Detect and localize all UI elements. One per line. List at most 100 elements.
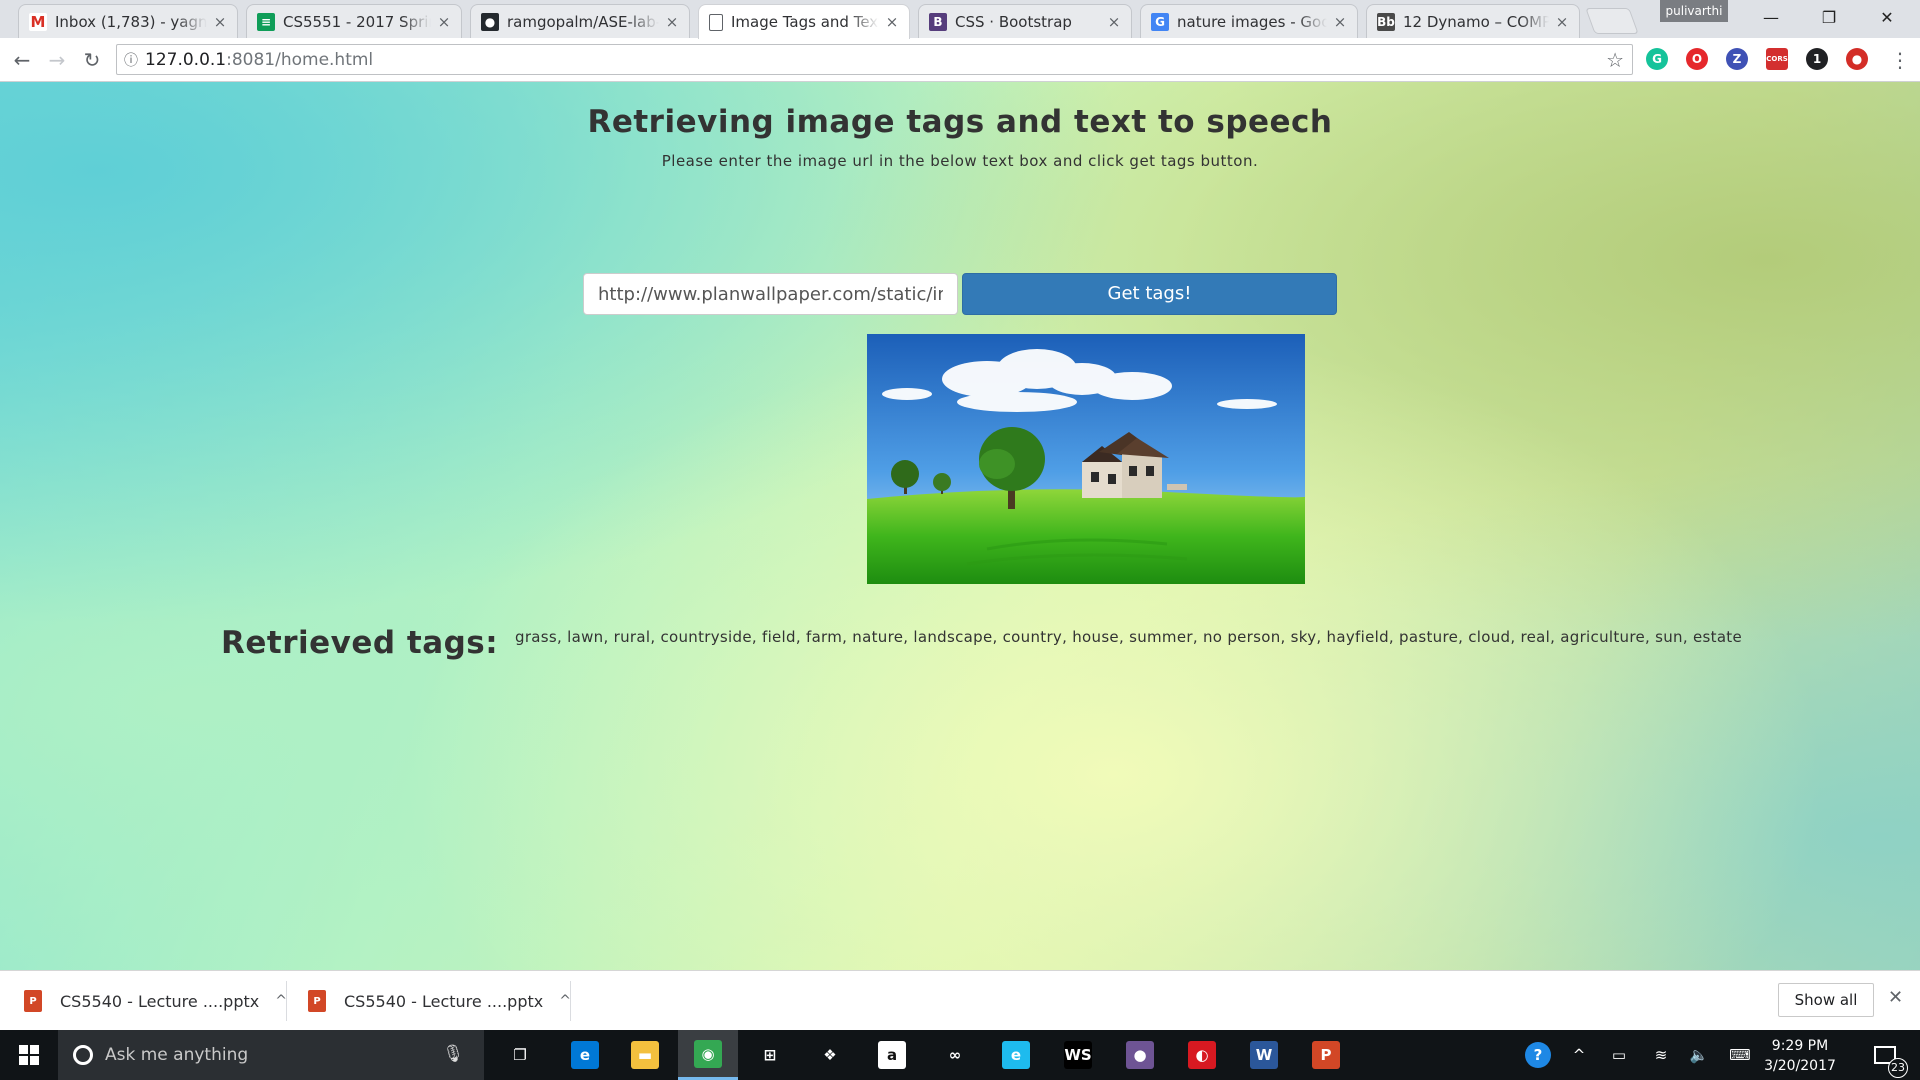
google-icon: G — [1151, 12, 1169, 31]
cortana-icon — [73, 1045, 93, 1065]
tab-close-icon[interactable]: × — [1105, 13, 1123, 31]
new-tab-button[interactable] — [1585, 8, 1639, 34]
dropbox-glyph: ❖ — [816, 1041, 844, 1069]
grammarly-icon[interactable]: G — [1646, 48, 1668, 70]
show-all-downloads-button[interactable]: Show all — [1778, 983, 1874, 1017]
page-icon — [709, 13, 723, 31]
forward-button[interactable]: → — [43, 46, 71, 74]
browser-toolbar: ← → ↻ ⓘ 127.0.0.1:8081/home.html ☆ G O Z CO… — [0, 38, 1920, 82]
get-tags-button[interactable]: Get tags! — [962, 273, 1337, 315]
keyboard-icon[interactable]: ⌨ — [1720, 1030, 1760, 1080]
edge-icon[interactable]: e — [555, 1030, 615, 1080]
zotero-icon[interactable]: Z — [1726, 48, 1748, 70]
windows-taskbar: Ask me anything 🎙 ❐ e ▬ ◉ ⊞ ❖ a ∞ e WS ● ◐ W P ? ^ ▭ … — [0, 1030, 1920, 1080]
microphone-icon[interactable]: 🎙 — [442, 1044, 464, 1064]
browser-tab[interactable]: B CSS · Bootstrap × — [918, 4, 1132, 38]
show-hidden-icons-chevron[interactable]: ^ — [1562, 1030, 1596, 1080]
pptx-file-icon: P — [24, 990, 42, 1012]
tab-close-icon[interactable]: × — [435, 13, 453, 31]
browser-tab[interactable]: M Inbox (1,783) - yagnes× — [18, 4, 238, 38]
action-center-icon[interactable]: 23 — [1862, 1030, 1908, 1080]
browser-tab[interactable]: Bb 12 Dynamo – COMP-S× — [1366, 4, 1580, 38]
bootstrap-icon: B — [929, 12, 947, 31]
browser-tab[interactable]: Image Tags and Text to× — [698, 4, 910, 39]
cors-icon[interactable]: CORS — [1766, 48, 1788, 70]
chrome-glyph: ◉ — [694, 1039, 722, 1068]
lastpass-icon[interactable]: ● — [1846, 48, 1868, 70]
system-clock[interactable]: 9:29 PM 3/20/2017 — [1756, 1036, 1844, 1076]
camera-extension-icon[interactable]: 1 — [1806, 48, 1828, 70]
tab-close-icon[interactable]: × — [1553, 13, 1571, 31]
antivirus-icon[interactable]: ◐ — [1172, 1030, 1232, 1080]
reload-button[interactable]: ↻ — [78, 46, 106, 74]
github-desktop-icon[interactable]: ● — [1110, 1030, 1170, 1080]
notification-count: 23 — [1888, 1058, 1908, 1078]
browser-tab[interactable]: Gnature images - Googl× — [1140, 4, 1358, 38]
info-icon[interactable]: ⓘ — [117, 50, 145, 70]
restore-button[interactable]: ❐ — [1800, 0, 1858, 34]
download-separator — [286, 981, 287, 1021]
file-explorer-glyph: ▬ — [631, 1041, 659, 1069]
minimize-button[interactable]: — — [1742, 0, 1800, 34]
back-button[interactable]: ← — [8, 46, 36, 74]
help-icon[interactable]: ? — [1518, 1030, 1558, 1080]
edge-glyph: e — [571, 1041, 599, 1069]
gmail-icon: M — [29, 12, 47, 31]
webstorm-icon[interactable]: WS — [1048, 1030, 1108, 1080]
arduino-icon[interactable]: ∞ — [925, 1030, 985, 1080]
volume-muted-icon[interactable]: 🔈 — [1680, 1030, 1718, 1080]
browser-tab[interactable]: ≡ CS5551 - 2017 Spring× — [246, 4, 462, 38]
file-explorer-icon[interactable]: ▬ — [615, 1030, 675, 1080]
tab-close-icon[interactable]: × — [211, 13, 229, 31]
address-bar[interactable]: ⓘ 127.0.0.1:8081/home.html ☆ — [116, 44, 1633, 75]
github-icon: ● — [481, 12, 499, 31]
windows-logo-icon — [19, 1045, 39, 1065]
browser-tab[interactable]: ● ramgopalm/ASE-lab-a × — [470, 4, 690, 38]
github-desktop-glyph: ● — [1126, 1041, 1154, 1069]
arduino-glyph: ∞ — [941, 1041, 969, 1069]
chrome-icon[interactable]: ◉ — [678, 1030, 738, 1080]
battery-icon[interactable]: ▭ — [1600, 1030, 1638, 1080]
tab-title: Image Tags and Text to — [731, 13, 879, 31]
clock-date: 3/20/2017 — [1764, 1058, 1836, 1074]
close-window-button[interactable]: ✕ — [1858, 0, 1916, 34]
cortana-search-box[interactable]: Ask me anything 🎙 — [58, 1030, 484, 1080]
retrieved-tags-label: Retrieved tags: — [221, 625, 499, 661]
page-title: Retrieving image tags and text to speech — [587, 104, 1333, 140]
wifi-icon[interactable]: ≋ — [1642, 1030, 1680, 1080]
download-item[interactable]: P CS5540 - Lecture ....pptx ^ — [308, 971, 571, 1031]
image-url-input[interactable] — [583, 273, 958, 315]
address-host: 127.0.0.1 — [145, 49, 227, 70]
tab-title: CSS · Bootstrap — [955, 12, 1072, 31]
dropbox-icon[interactable]: ❖ — [800, 1030, 860, 1080]
tab-close-icon[interactable]: × — [883, 13, 901, 31]
store-glyph: ⊞ — [756, 1041, 784, 1069]
start-button[interactable] — [0, 1030, 58, 1080]
download-item[interactable]: P CS5540 - Lecture ....pptx ^ — [24, 971, 287, 1031]
pptx-file-icon: P — [308, 990, 326, 1012]
download-filename: CS5540 - Lecture ....pptx — [60, 991, 260, 1011]
store-icon[interactable]: ⊞ — [740, 1030, 800, 1080]
amazon-icon[interactable]: a — [862, 1030, 922, 1080]
antivirus-glyph: ◐ — [1188, 1041, 1216, 1069]
download-filename: CS5540 - Lecture ....pptx — [344, 991, 544, 1011]
powerpoint-icon[interactable]: P — [1296, 1030, 1356, 1080]
tab-title: Inbox (1,783) - yagnes — [55, 12, 207, 31]
opera-icon[interactable]: O — [1686, 48, 1708, 70]
close-shelf-icon[interactable]: ✕ — [1888, 987, 1903, 1008]
task-view-glyph: ❐ — [506, 1041, 534, 1069]
tab-title: 12 Dynamo – COMP-S — [1403, 12, 1549, 31]
task-view-icon[interactable]: ❐ — [490, 1030, 550, 1080]
word-icon[interactable]: W — [1234, 1030, 1294, 1080]
tab-close-icon[interactable]: × — [1331, 13, 1349, 31]
powerpoint-glyph: P — [1312, 1041, 1340, 1069]
download-separator — [570, 981, 571, 1021]
tab-close-icon[interactable]: × — [663, 13, 681, 31]
profile-badge[interactable]: pulivarthi — [1660, 0, 1728, 22]
page-content: Retrieving image tags and text to speech… — [0, 82, 1920, 970]
bookmark-star-icon[interactable]: ☆ — [1606, 48, 1624, 72]
sheets-icon: ≡ — [257, 12, 275, 31]
browser-menu-icon[interactable]: ⋮ — [1890, 48, 1910, 72]
ie-icon[interactable]: e — [986, 1030, 1046, 1080]
amazon-glyph: a — [878, 1041, 906, 1069]
